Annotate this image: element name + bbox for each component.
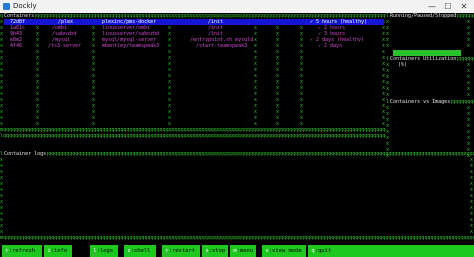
- utilization-value: (%): [398, 62, 408, 68]
- logs-key[interactable]: l:logs: [90, 245, 118, 257]
- window-title: Dockly: [13, 2, 37, 10]
- window-titlebar: Dockly — ☐ ✕: [0, 0, 474, 13]
- container-command: /start-teamspeak3: [196, 43, 248, 49]
- logs-panel-right-border: x x x x x x x x x x x x x: [470, 157, 474, 235]
- close-button[interactable]: ✕: [456, 0, 472, 13]
- container-logs-label: Container logs: [3, 151, 48, 157]
- logs-panel-top-border: lqqqqqqqqqqqqqqqqqqqqqqqqqqqqqqqqqqqqqqq…: [0, 151, 474, 157]
- images-panel-label: Containers vs Images: [389, 99, 452, 105]
- running-panel-right-border: x x x x x: [467, 19, 471, 49]
- utilization-panel-right-border: x x x x x x: [467, 62, 471, 98]
- divider: lqqqqqqqqqqqqqqqqqqqqqqqqqqqqqqqqqqqqqqq…: [0, 133, 386, 139]
- stop-key[interactable]: s:stop: [202, 245, 228, 257]
- refresh-key[interactable]: r:refresh: [2, 245, 42, 257]
- shell-key[interactable]: s:shell: [124, 245, 156, 257]
- table-row[interactable]: 4f46 /ts3-server mbentley/teamspeak3 /st…: [4, 43, 384, 49]
- container-name: /ts3-server: [48, 43, 82, 49]
- container-status: ✓ 2 days: [318, 43, 343, 49]
- view-mode-key[interactable]: v:view mode: [262, 245, 306, 257]
- logs-panel-left-border: x x x x x x x x x x x x x: [0, 157, 4, 235]
- minimize-button[interactable]: —: [424, 0, 440, 13]
- quit-key[interactable]: q:quit: [308, 245, 474, 257]
- restart-key[interactable]: r:restart: [162, 245, 200, 257]
- menu-key[interactable]: m:menu: [230, 245, 256, 257]
- terminal: qqqqqqqqqqqqqqqqqqqqqqqqqqqqqqqqqqqqqqqq…: [0, 13, 474, 257]
- container-id: 4f46: [10, 43, 23, 49]
- utilization-panel-left-border: x x x x x x: [386, 62, 390, 98]
- info-key[interactable]: i:info: [44, 245, 72, 257]
- maximize-button[interactable]: ☐: [440, 0, 456, 13]
- container-image: mbentley/teamspeak3: [102, 43, 160, 49]
- running-panel-left-border: x x x x x: [386, 19, 390, 49]
- app-icon: [3, 3, 10, 10]
- footer-keybar: r:refresh i:info l:logs s:shell r:restar…: [0, 245, 474, 257]
- running-panel-label: Running/Paused/Stopped: [389, 13, 458, 19]
- logs-panel-bottom-border: mqqqqqqqqqqqqqqqqqqqqqqqqqqqqqqqqqqqqqqq…: [0, 235, 474, 241]
